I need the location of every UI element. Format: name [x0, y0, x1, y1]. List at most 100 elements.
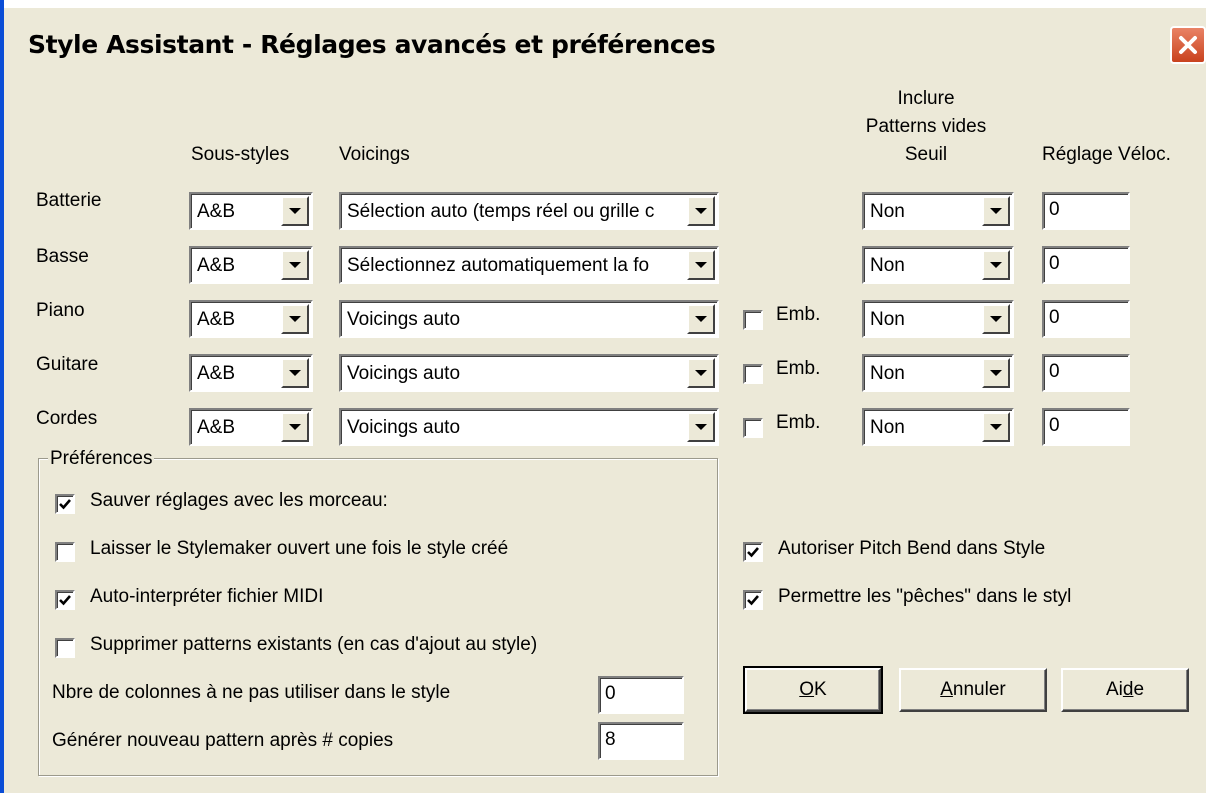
bass-substyle-select[interactable]: A&B [189, 246, 313, 284]
guitar-velocity-input[interactable]: 0 [1042, 354, 1130, 392]
chevron-down-icon[interactable] [281, 196, 309, 226]
ok-button-label: K [814, 679, 827, 700]
strings-emb-checkbox[interactable] [743, 418, 763, 438]
keep-stylemaker-open-label: Laisser le Stylemaker ouvert une fois le… [90, 538, 509, 559]
cancel-button[interactable]: Annuler [899, 668, 1047, 712]
piano-voicing-select[interactable]: Voicings auto [339, 300, 719, 338]
piano-threshold-select[interactable]: Non [862, 300, 1014, 338]
chevron-down-icon[interactable] [982, 304, 1010, 334]
guitar-threshold-select[interactable]: Non [862, 354, 1014, 392]
chevron-down-icon[interactable] [982, 196, 1010, 226]
delete-existing-patterns-checkbox[interactable] [55, 638, 75, 658]
window-title: Style Assistant - Réglages avancés et pr… [28, 30, 716, 59]
help-button[interactable]: Ai d e [1061, 668, 1189, 712]
strings-threshold-value: Non [870, 417, 905, 438]
chevron-down-icon[interactable] [982, 358, 1010, 388]
chevron-down-icon[interactable] [281, 358, 309, 388]
pushes-label: Permettre les "pêches" dans le styl [778, 586, 1072, 607]
header-voicings: Voicings [339, 144, 410, 165]
bass-voicing-select[interactable]: Sélectionnez automatiquement la fo [339, 246, 719, 284]
columns-label: Nbre de colonnes à ne pas utiliser dans … [52, 682, 451, 703]
pitch-bend-label: Autoriser Pitch Bend dans Style [778, 538, 1046, 559]
strings-voicing-value: Voicings auto [347, 417, 461, 438]
chevron-down-icon[interactable] [281, 250, 309, 280]
row-label-bass: Basse [36, 246, 89, 267]
chevron-down-icon[interactable] [687, 250, 715, 280]
guitar-emb-checkbox[interactable] [743, 364, 763, 384]
close-button[interactable] [1170, 26, 1206, 64]
piano-emb-checkbox[interactable] [743, 310, 763, 330]
pitch-bend-checkbox[interactable] [743, 542, 763, 562]
guitar-substyle-select[interactable]: A&B [189, 354, 313, 392]
row-label-piano: Piano [36, 300, 85, 321]
piano-substyle-value: A&B [197, 309, 236, 330]
chevron-down-icon[interactable] [982, 412, 1010, 442]
chevron-down-icon[interactable] [687, 196, 715, 226]
header-empty-patterns: Patterns vides [865, 116, 987, 137]
piano-substyle-select[interactable]: A&B [189, 300, 313, 338]
chevron-down-icon[interactable] [281, 412, 309, 442]
dialog-window: Style Assistant - Réglages avancés et pr… [0, 0, 1206, 793]
drums-substyle-select[interactable]: A&B [189, 192, 313, 230]
keep-stylemaker-open-checkbox[interactable] [55, 542, 75, 562]
preferences-group-title: Préférences [48, 448, 155, 470]
title-bar: Style Assistant - Réglages avancés et pr… [4, 0, 1206, 86]
strings-substyle-select[interactable]: A&B [189, 408, 313, 446]
drums-voicing-value: Sélection auto (temps réel ou grille c [347, 201, 655, 222]
row-label-drums: Batterie [36, 190, 102, 211]
strings-threshold-select[interactable]: Non [862, 408, 1014, 446]
checkmark-icon [59, 499, 71, 510]
help-button-label-pre: Ai [1105, 679, 1123, 700]
row-label-guitar: Guitare [36, 354, 99, 375]
chevron-down-icon[interactable] [687, 358, 715, 388]
save-settings-checkbox[interactable] [55, 494, 75, 514]
chevron-down-icon[interactable] [982, 250, 1010, 280]
bass-voicing-value: Sélectionnez automatiquement la fo [347, 255, 650, 276]
copies-input[interactable]: 8 [598, 722, 684, 760]
chevron-down-icon[interactable] [281, 304, 309, 334]
header-include: Inclure [897, 88, 955, 109]
strings-emb-label: Emb. [776, 412, 821, 433]
chevron-down-icon[interactable] [687, 304, 715, 334]
checkmark-icon [747, 595, 759, 606]
guitar-threshold-value: Non [870, 363, 905, 384]
save-settings-label: Sauver réglages avec les morceau: [90, 490, 388, 511]
ok-button[interactable]: OK [743, 666, 883, 714]
bass-threshold-value: Non [870, 255, 905, 276]
bass-substyle-value: A&B [197, 255, 236, 276]
dialog-content: Sous-styles Voicings Inclure Patterns vi… [8, 86, 1206, 793]
drums-substyle-value: A&B [197, 201, 236, 222]
drums-threshold-value: Non [870, 201, 905, 222]
auto-interpret-midi-label: Auto-interpréter fichier MIDI [90, 586, 324, 607]
close-icon [1179, 36, 1197, 54]
piano-velocity-input[interactable]: 0 [1042, 300, 1130, 338]
guitar-voicing-select[interactable]: Voicings auto [339, 354, 719, 392]
pushes-checkbox[interactable] [743, 590, 763, 610]
strings-voicing-select[interactable]: Voicings auto [339, 408, 719, 446]
drums-velocity-input[interactable]: 0 [1042, 192, 1130, 230]
columns-input[interactable]: 0 [598, 676, 684, 714]
bass-velocity-input[interactable]: 0 [1042, 246, 1130, 284]
checkmark-icon [747, 547, 759, 558]
piano-threshold-value: Non [870, 309, 905, 330]
copies-label: Générer nouveau pattern après # copies [52, 730, 394, 751]
guitar-voicing-value: Voicings auto [347, 363, 461, 384]
row-label-strings: Cordes [36, 408, 98, 429]
piano-voicing-value: Voicings auto [347, 309, 461, 330]
chevron-down-icon[interactable] [687, 412, 715, 442]
header-threshold: Seuil [904, 144, 948, 165]
guitar-substyle-value: A&B [197, 363, 236, 384]
drums-voicing-select[interactable]: Sélection auto (temps réel ou grille c [339, 192, 719, 230]
strings-substyle-value: A&B [197, 417, 236, 438]
bass-threshold-select[interactable]: Non [862, 246, 1014, 284]
guitar-emb-label: Emb. [776, 358, 821, 379]
auto-interpret-midi-checkbox[interactable] [55, 590, 75, 610]
drums-threshold-select[interactable]: Non [862, 192, 1014, 230]
strings-velocity-input[interactable]: 0 [1042, 408, 1130, 446]
ok-button-mnemonic: O [799, 679, 815, 700]
delete-existing-patterns-label: Supprimer patterns existants (en cas d'a… [90, 634, 538, 655]
header-velocity: Réglage Véloc. [1042, 144, 1171, 165]
help-button-label-post: e [1133, 679, 1145, 700]
help-button-mnemonic: d [1122, 679, 1134, 700]
cancel-button-label: nnuler [952, 679, 1006, 700]
